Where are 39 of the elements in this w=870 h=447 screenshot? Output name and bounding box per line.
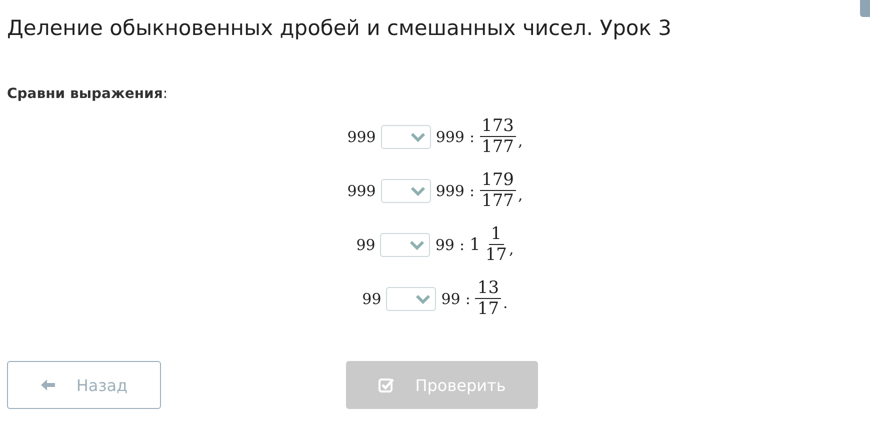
back-button[interactable]: Назад xyxy=(7,361,161,409)
numerator: 173 xyxy=(480,116,516,137)
denominator: 177 xyxy=(482,191,514,212)
scrollbar-thumb[interactable] xyxy=(860,0,870,17)
number: 999 xyxy=(347,128,376,146)
chevron-down-icon xyxy=(415,294,432,304)
punctuation: . xyxy=(503,294,508,312)
chevron-down-icon xyxy=(410,132,426,142)
number: 999 xyxy=(436,182,464,200)
punctuation: , xyxy=(508,240,514,258)
number: 99 xyxy=(435,236,454,254)
page-title: Деление обыкновенных дробей и смешанных чисел. Урок 3 xyxy=(7,16,672,40)
chevron-down-icon xyxy=(409,240,426,250)
denominator: 17 xyxy=(485,245,507,266)
chevron-down-icon xyxy=(410,186,426,196)
number: 99 xyxy=(356,236,376,254)
comparison-dropdown[interactable] xyxy=(386,286,436,310)
division-sign: : xyxy=(469,128,475,146)
denominator: 177 xyxy=(482,137,514,158)
number: 99 xyxy=(441,290,460,308)
whole-part: 1 xyxy=(470,234,480,254)
denominator: 17 xyxy=(477,299,500,320)
punctuation: , xyxy=(518,132,523,150)
number: 999 xyxy=(347,182,376,200)
division-sign: : xyxy=(465,290,470,308)
task-prompt: Сравни выражения: xyxy=(7,86,169,102)
comparison-dropdown[interactable] xyxy=(380,124,431,148)
number: 99 xyxy=(362,290,382,308)
comparison-dropdown[interactable] xyxy=(380,232,430,256)
numerator: 179 xyxy=(480,170,516,191)
punctuation: , xyxy=(518,186,523,204)
division-sign: : xyxy=(459,236,464,254)
checkbox-icon xyxy=(378,377,396,393)
arrow-left-icon xyxy=(40,378,56,392)
number: 999 xyxy=(436,128,464,146)
comparison-dropdown[interactable] xyxy=(380,178,431,202)
numerator: 1 xyxy=(488,224,504,245)
division-sign: : xyxy=(469,182,475,200)
numerator: 13 xyxy=(475,278,502,299)
